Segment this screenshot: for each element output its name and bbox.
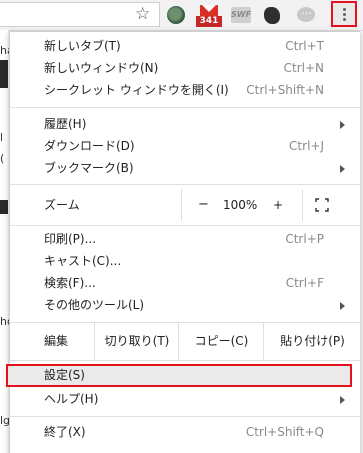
- page-dark-bar: [0, 60, 8, 88]
- menu-item-label: 設定(S): [44, 368, 85, 382]
- menu-item-downloads[interactable]: ダウンロード(D) Ctrl+J: [10, 135, 360, 157]
- menu-item-label: 終了(X): [44, 425, 86, 439]
- menu-item-label: キャスト(C)...: [44, 254, 122, 268]
- menu-item-shortcut: Ctrl+J: [289, 139, 324, 153]
- menu-item-find[interactable]: 検索(F)... Ctrl+F: [10, 272, 360, 294]
- submenu-arrow-icon: [340, 396, 345, 404]
- zoom-in-button[interactable]: +: [273, 189, 283, 221]
- page-text-fragment: (: [0, 152, 5, 165]
- zoom-row: ズーム − 100% +: [10, 189, 360, 221]
- menu-item-label: ヘルプ(H): [44, 392, 99, 406]
- more-vert-icon: [342, 7, 346, 21]
- menu-item-label: ブックマーク(B): [44, 161, 134, 175]
- menu-item-print[interactable]: 印刷(P)... Ctrl+P: [10, 228, 360, 250]
- chrome-menu-button[interactable]: [331, 1, 357, 27]
- copy-button[interactable]: コピー(C): [178, 323, 264, 360]
- menu-item-cast[interactable]: キャスト(C)...: [10, 250, 360, 272]
- menu-item-new-tab[interactable]: 新しいタブ(T) Ctrl+T: [10, 35, 360, 57]
- menu-divider: [10, 360, 360, 361]
- menu-item-new-window[interactable]: 新しいウィンドウ(N) Ctrl+N: [10, 57, 360, 79]
- star-icon[interactable]: ☆: [135, 4, 150, 24]
- menu-item-shortcut: Ctrl+F: [285, 276, 324, 290]
- menu-item-label: その他のツール(L): [44, 298, 145, 312]
- menu-item-label: 検索(F)...: [44, 276, 96, 290]
- menu-item-shortcut: Ctrl+Shift+Q: [245, 425, 324, 439]
- gmail-checker-icon[interactable]: 341: [196, 5, 222, 27]
- menu-item-exit[interactable]: 終了(X) Ctrl+Shift+Q: [10, 421, 360, 443]
- menu-item-label: 新しいタブ(T): [44, 39, 121, 53]
- menu-item-shortcut: Ctrl+P: [285, 232, 324, 246]
- menu-divider: [10, 225, 360, 226]
- chat-extension-icon[interactable]: [297, 4, 315, 22]
- menu-item-shortcut: Ctrl+Shift+N: [246, 83, 324, 97]
- menu-divider: [10, 107, 360, 108]
- cut-button[interactable]: 切り取り(T): [94, 323, 179, 360]
- globe-extension-icon[interactable]: [167, 6, 185, 24]
- edit-row: 編集 切り取り(T) コピー(C) 貼り付け(P): [10, 323, 360, 360]
- fullscreen-icon[interactable]: [315, 198, 329, 212]
- submenu-arrow-icon: [340, 165, 345, 173]
- menu-item-incognito[interactable]: シークレット ウィンドウを開く(I) Ctrl+Shift+N: [10, 79, 360, 101]
- paste-button[interactable]: 貼り付け(P): [263, 323, 361, 360]
- menu-item-label: 履歴(H): [44, 117, 87, 131]
- zoom-out-button[interactable]: −: [198, 189, 209, 221]
- zoom-level: 100%: [223, 198, 258, 212]
- menu-item-label: ダウンロード(D): [44, 139, 135, 153]
- menu-divider: [10, 184, 360, 185]
- menu-item-label: 印刷(P)...: [44, 232, 97, 246]
- menu-item-label: 新しいウィンドウ(N): [44, 61, 159, 75]
- chrome-main-menu: 新しいタブ(T) Ctrl+T 新しいウィンドウ(N) Ctrl+N シークレッ…: [6, 31, 360, 453]
- menu-item-bookmarks[interactable]: ブックマーク(B): [10, 157, 360, 179]
- submenu-arrow-icon: [340, 121, 345, 129]
- submenu-arrow-icon: [340, 302, 345, 310]
- menu-item-settings[interactable]: 設定(S): [10, 364, 360, 387]
- evernote-icon[interactable]: [264, 7, 280, 24]
- swf-extension-icon[interactable]: SWF: [231, 7, 251, 23]
- page-dark-bar: [0, 200, 8, 214]
- menu-item-shortcut: Ctrl+T: [285, 39, 324, 53]
- page-text-fragment: l: [0, 131, 4, 144]
- unread-count-badge: 341: [196, 16, 222, 27]
- menu-item-history[interactable]: 履歴(H): [10, 113, 360, 135]
- menu-item-more-tools[interactable]: その他のツール(L): [10, 294, 360, 316]
- zoom-controls: − 100% +: [181, 189, 303, 221]
- page-content-edge: [0, 30, 8, 453]
- browser-toolbar: ☆ 341 SWF: [0, 0, 363, 31]
- menu-item-help[interactable]: ヘルプ(H): [10, 388, 360, 410]
- menu-divider: [10, 416, 360, 417]
- menu-item-shortcut: Ctrl+N: [283, 61, 324, 75]
- browser-window: ☆ 341 SWF ha l ( ho lg 新しいタブ(T) Ctrl+T 新…: [0, 0, 363, 453]
- menu-item-label: シークレット ウィンドウを開く(I): [44, 83, 229, 97]
- zoom-label: ズーム: [44, 198, 80, 212]
- edit-label: 編集: [44, 334, 69, 348]
